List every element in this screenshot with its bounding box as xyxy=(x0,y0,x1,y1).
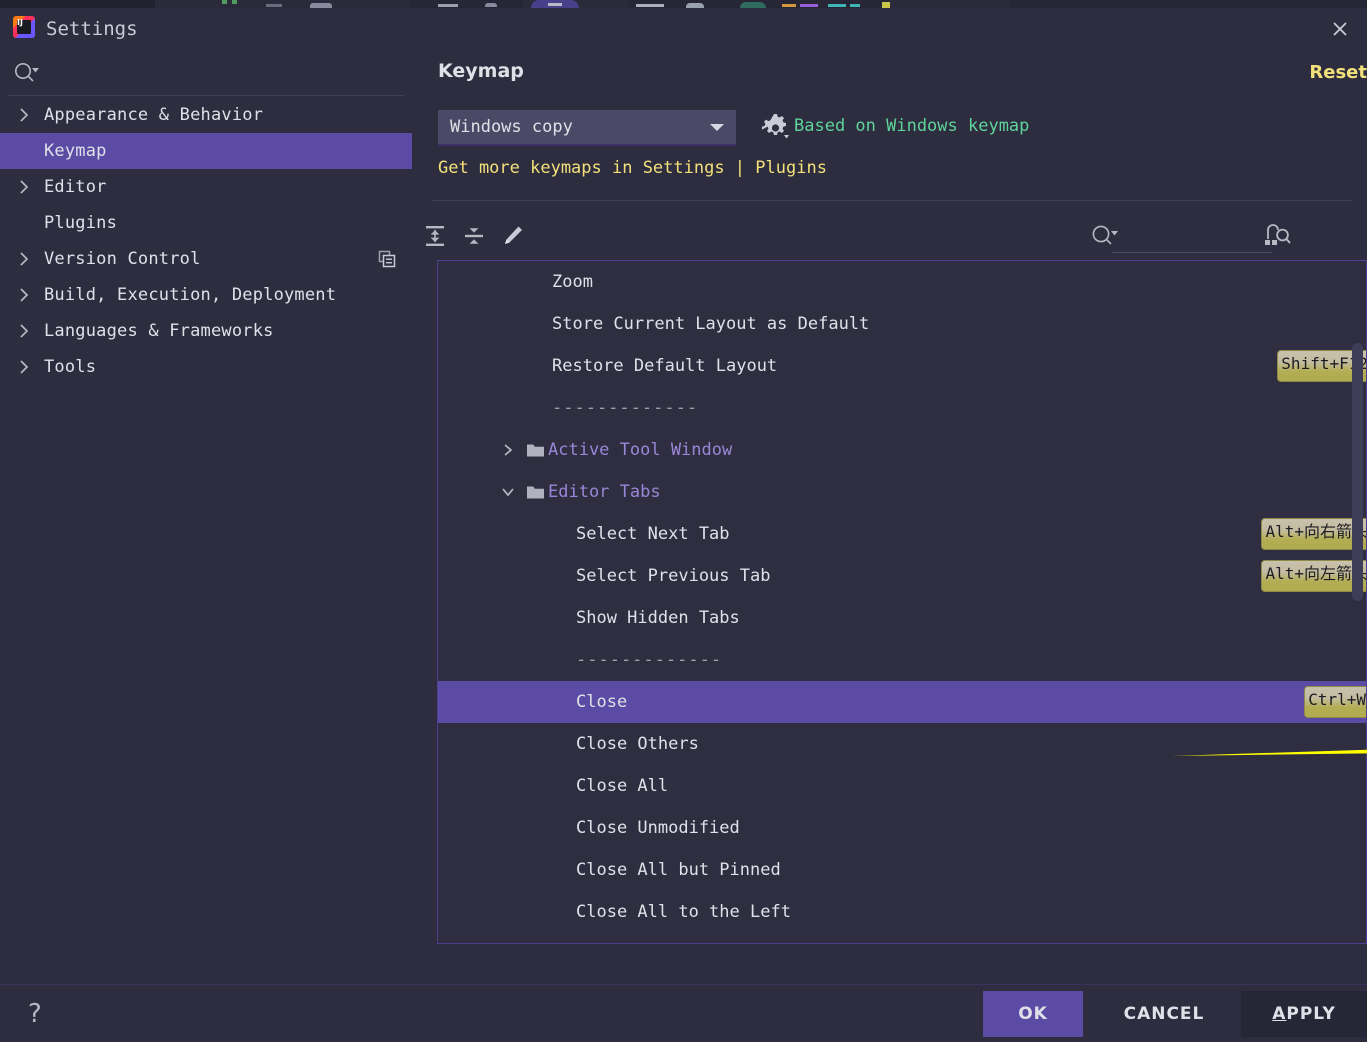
action-label: Editor Tabs xyxy=(548,482,661,502)
tree-toolbar xyxy=(412,210,1367,262)
sidebar-item-keymap[interactable]: Keymap xyxy=(0,133,412,169)
sidebar-item-languages-frameworks[interactable]: Languages & Frameworks xyxy=(0,313,412,349)
sidebar-item-label: Editor xyxy=(44,177,107,197)
action-label: Select Next Tab xyxy=(576,524,730,544)
sidebar-item-label: Plugins xyxy=(44,213,118,233)
separator-label: ------------- xyxy=(576,650,723,670)
tree-action-row[interactable]: Close Ctrl+W xyxy=(438,681,1366,723)
chevron-right-icon[interactable] xyxy=(18,97,30,133)
tree-action-row[interactable]: Close Unmodified xyxy=(438,807,1366,849)
action-label: Close Unmodified xyxy=(576,818,740,838)
sidebar-item-label: Version Control xyxy=(44,249,201,269)
tree-action-row[interactable]: Close Others xyxy=(438,723,1366,765)
settings-window: IJ Settings Appearance & Behavior Keymap E… xyxy=(0,0,1367,1042)
folder-icon xyxy=(526,442,545,462)
action-label: Show Hidden Tabs xyxy=(576,608,740,628)
tree-separator-row: ------------- xyxy=(438,387,1366,429)
title-bar: IJ Settings xyxy=(0,8,1367,50)
chevron-down-icon[interactable] xyxy=(501,471,515,513)
tree-action-row[interactable]: Store Current Layout as Default xyxy=(438,303,1366,345)
tree-action-row[interactable]: Select Previous Tab Alt+向左箭头 xyxy=(438,555,1366,597)
separator-label: ------------- xyxy=(552,398,699,418)
action-label: Close All to the Left xyxy=(576,902,791,922)
tree-group-row[interactable]: Active Tool Window xyxy=(438,429,1366,471)
action-label: Store Current Layout as Default xyxy=(552,314,870,334)
keymap-select-underline xyxy=(438,144,736,146)
action-label: Close xyxy=(576,692,628,712)
expand-all-icon[interactable] xyxy=(417,218,453,254)
tree-action-row[interactable]: Restore Default Layout Shift+F12 xyxy=(438,345,1366,387)
based-on-label: Based on Windows keymap xyxy=(794,116,1030,136)
sidebar-item-plugins[interactable]: Plugins xyxy=(0,205,412,241)
sidebar-search[interactable] xyxy=(0,50,412,96)
settings-sidebar: Appearance & Behavior Keymap Editor Plugins… xyxy=(0,50,412,984)
chevron-down-icon xyxy=(708,110,726,144)
cancel-button[interactable]: CANCEL xyxy=(1103,991,1225,1037)
keymap-select-value: Windows copy xyxy=(450,117,573,137)
tree-action-row[interactable]: Show Hidden Tabs xyxy=(438,597,1366,639)
collapse-all-icon[interactable] xyxy=(456,218,492,254)
chevron-right-icon[interactable] xyxy=(18,349,30,385)
logo-text: IJ xyxy=(17,18,23,27)
reset-link[interactable]: Reset xyxy=(1309,62,1367,83)
get-more-keymaps-link[interactable]: Get more keymaps in Settings | Plugins xyxy=(438,158,827,178)
chevron-right-icon[interactable] xyxy=(18,169,30,205)
sidebar-item-label: Languages & Frameworks xyxy=(44,321,274,341)
sidebar-item-label: Build, Execution, Deployment xyxy=(44,285,337,305)
pencil-icon[interactable] xyxy=(495,218,531,254)
action-label: Zoom xyxy=(552,272,593,292)
chevron-right-icon[interactable] xyxy=(18,277,30,313)
chevron-right-icon[interactable] xyxy=(18,313,30,349)
tree-action-row[interactable]: Close All xyxy=(438,765,1366,807)
sidebar-item-label: Keymap xyxy=(44,141,107,161)
apply-rest: PPLY xyxy=(1286,1004,1336,1024)
sidebar-item-label: Appearance & Behavior xyxy=(44,105,264,125)
dialog-footer: ? OK CANCEL A PPLY xyxy=(0,984,1367,1042)
sidebar-item-label: Tools xyxy=(44,357,97,377)
vertical-scrollbar[interactable] xyxy=(1352,343,1363,601)
sidebar-item-version-control[interactable]: Version Control xyxy=(0,241,412,277)
background-window-strip xyxy=(0,0,1367,8)
tree-group-row[interactable]: Editor Tabs xyxy=(438,471,1366,513)
search-icon xyxy=(14,62,40,88)
sidebar-item-build-execution-deployment[interactable]: Build, Execution, Deployment xyxy=(0,277,412,313)
tree-action-row[interactable]: Select Next Tab Alt+向右箭头 xyxy=(438,513,1366,555)
tree-action-row[interactable]: Close All but Pinned xyxy=(438,849,1366,891)
tree-action-row[interactable]: Close All to the Left xyxy=(438,891,1366,933)
action-label: Close All but Pinned xyxy=(576,860,781,880)
sidebar-item-tools[interactable]: Tools xyxy=(0,349,412,385)
jetbrains-logo-icon: IJ xyxy=(13,16,35,38)
action-label: Active Tool Window xyxy=(548,440,733,460)
action-label: Close Others xyxy=(576,734,699,754)
sidebar-item-editor[interactable]: Editor xyxy=(0,169,412,205)
search-underline xyxy=(8,95,404,96)
keymap-tree[interactable]: Zoom Store Current Layout as Default Resto… xyxy=(437,260,1367,944)
tree-action-row[interactable]: Zoom xyxy=(438,261,1366,303)
ok-button[interactable]: OK xyxy=(983,991,1083,1037)
action-label: Select Previous Tab xyxy=(576,566,771,586)
sidebar-item-list: Appearance & Behavior Keymap Editor Plugins… xyxy=(0,97,412,385)
action-label: Restore Default Layout xyxy=(552,356,778,376)
tree-separator-row: ------------- xyxy=(438,639,1366,681)
sidebar-item-appearance-behavior[interactable]: Appearance & Behavior xyxy=(0,97,412,133)
chevron-right-icon[interactable] xyxy=(18,241,30,277)
folder-icon xyxy=(526,484,545,504)
toolbar-search-underline xyxy=(1112,252,1272,253)
page-title: Keymap xyxy=(438,60,524,82)
chevron-right-icon[interactable] xyxy=(501,429,515,471)
close-icon[interactable] xyxy=(1325,14,1355,44)
search-icon[interactable] xyxy=(1084,218,1128,254)
apply-mnemonic: A xyxy=(1272,1004,1287,1024)
find-by-shortcut-icon[interactable] xyxy=(1255,218,1299,254)
pane-divider xyxy=(432,200,1352,201)
copy-icon[interactable] xyxy=(378,250,396,272)
apply-button[interactable]: A PPLY xyxy=(1241,991,1367,1037)
keymap-select[interactable]: Windows copy xyxy=(438,110,736,146)
action-label: Close All xyxy=(576,776,669,796)
help-button[interactable]: ? xyxy=(28,999,42,1029)
shortcut-badge[interactable]: Ctrl+W xyxy=(1304,686,1366,718)
window-title: Settings xyxy=(46,18,138,40)
keymap-pane: Keymap Reset Windows copy Based on Windo… xyxy=(412,50,1367,984)
gear-icon[interactable] xyxy=(760,112,790,146)
